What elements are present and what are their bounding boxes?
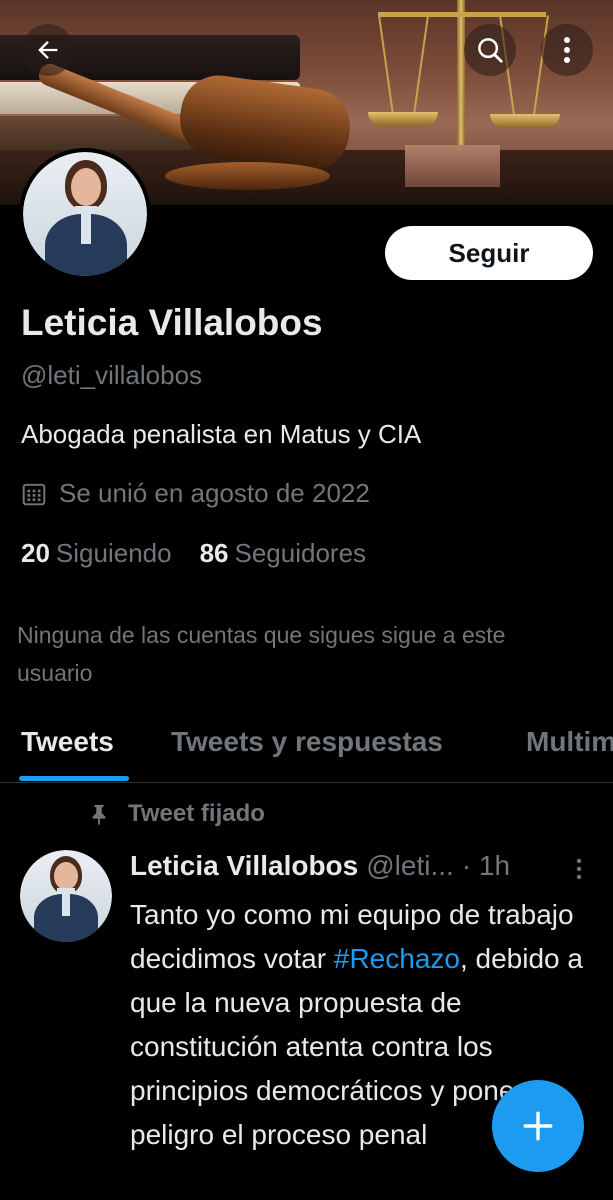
following-link[interactable]: 20 Siguiendo [21, 538, 172, 569]
pinned-label: Tweet fijado [88, 800, 265, 828]
gavel-base [165, 162, 330, 190]
search-button[interactable] [464, 24, 516, 76]
avatar-photo [23, 152, 147, 276]
tab-media[interactable]: Multim [526, 726, 613, 758]
tweet-more-button[interactable] [576, 858, 582, 885]
scale-pan [368, 112, 438, 126]
profile-handle: @leti_villalobos [21, 360, 203, 390]
calendar-icon [22, 483, 46, 505]
scale-beam [378, 12, 546, 17]
profile-name: Leticia Villalobos [21, 302, 323, 343]
tweet-time[interactable]: · 1h [462, 850, 510, 882]
joined-date: Se unió en agosto de 2022 [21, 478, 370, 509]
follow-button[interactable]: Seguir [385, 226, 593, 280]
tab-tweets[interactable]: Tweets [21, 726, 114, 758]
plus-icon [523, 1111, 553, 1141]
hashtag-link[interactable]: #Rechazo [334, 943, 460, 974]
scale-chain [378, 15, 394, 115]
followers-count: 86 [199, 538, 229, 568]
search-icon [478, 38, 503, 63]
joined-date-text: Se unió en agosto de 2022 [59, 478, 370, 508]
scale-chain [413, 15, 429, 115]
more-vertical-icon [576, 858, 582, 880]
followers-link[interactable]: 86 Seguidores [200, 538, 366, 569]
pinned-label-text: Tweet fijado [128, 800, 265, 827]
compose-tweet-button[interactable] [492, 1080, 584, 1172]
followers-you-know-notice: Ninguna de las cuentas que sigues sigue … [17, 622, 506, 686]
follow-stats: 20 Siguiendo 86 Seguidores [21, 538, 366, 569]
scale-base [405, 145, 500, 187]
tweet-author-name[interactable]: Leticia Villalobos [130, 850, 358, 882]
followers-label: Seguidores [234, 538, 367, 568]
more-vertical-icon [564, 37, 570, 63]
back-button[interactable] [22, 24, 74, 76]
profile-bio: Abogada penalista en Matus y CIA [21, 419, 422, 449]
following-count: 20 [21, 538, 50, 568]
scale-pole [457, 0, 465, 150]
tweet-avatar-photo [20, 850, 112, 942]
profile-tabs: Tweets Tweets y respuestas Multim [0, 720, 613, 783]
pin-icon [92, 804, 106, 825]
tweet-avatar[interactable] [20, 850, 112, 942]
arrow-left-icon [38, 41, 58, 59]
scale-pan [490, 114, 560, 128]
active-tab-indicator [19, 776, 129, 781]
following-label: Siguiendo [55, 538, 172, 568]
avatar[interactable] [19, 148, 151, 280]
tweet-header: Leticia Villalobos @leti... · 1h [130, 850, 510, 882]
tab-tweets-and-replies[interactable]: Tweets y respuestas [171, 726, 443, 758]
more-button[interactable] [541, 24, 593, 76]
tweet-author-handle[interactable]: @leti... [366, 850, 454, 882]
